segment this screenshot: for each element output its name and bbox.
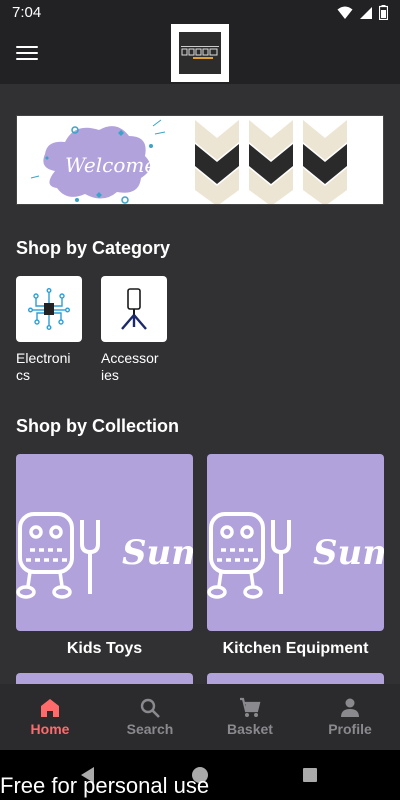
bottom-navigation: Home Search Basket Profile bbox=[0, 684, 400, 750]
collection-kids-toys[interactable]: Sum Kids Toys bbox=[16, 454, 193, 658]
category-tile[interactable] bbox=[16, 276, 82, 342]
cart-icon bbox=[240, 697, 261, 717]
signal-icon bbox=[360, 6, 372, 19]
search-icon bbox=[140, 698, 160, 718]
robot-illustration-icon: Sum bbox=[16, 512, 193, 599]
category-accessories[interactable]: Accessories bbox=[101, 276, 167, 384]
recents-icon[interactable] bbox=[302, 767, 318, 783]
circuit-chip-icon bbox=[28, 288, 70, 330]
collection-kitchen-equipment[interactable]: Sum Kitchen Equipment bbox=[207, 454, 384, 658]
nav-home[interactable]: Home bbox=[0, 684, 100, 750]
wifi-icon bbox=[337, 6, 353, 19]
menu-button[interactable] bbox=[14, 42, 40, 66]
collection-section-title: Shop by Collection bbox=[16, 416, 180, 436]
watermark-text: Free for personal use bbox=[0, 773, 210, 798]
category-label: Electronics bbox=[16, 350, 71, 383]
app-bar bbox=[0, 24, 400, 84]
nav-profile[interactable]: Profile bbox=[300, 684, 400, 750]
store-logo[interactable] bbox=[171, 24, 229, 82]
category-tile[interactable] bbox=[101, 276, 167, 342]
welcome-banner[interactable]: Welcome bbox=[16, 115, 384, 205]
robot-illustration-icon: Sum bbox=[207, 512, 384, 599]
banner-welcome-text: Welcome bbox=[65, 153, 156, 177]
main-content[interactable]: Welcome Shop by Category Electronics Acc… bbox=[0, 84, 400, 684]
nav-label: Home bbox=[30, 721, 70, 737]
collection-overlay-text: Sum bbox=[122, 533, 193, 573]
battery-icon bbox=[379, 5, 388, 20]
collection-tile[interactable]: Sum bbox=[16, 454, 193, 631]
category-label: Accessories bbox=[101, 350, 159, 383]
banner-graphic: Welcome bbox=[17, 116, 383, 204]
status-bar: 7:04 bbox=[0, 0, 400, 26]
status-icons bbox=[337, 5, 388, 20]
home-icon bbox=[41, 699, 59, 717]
nav-search[interactable]: Search bbox=[100, 684, 200, 750]
collection-label: Kids Toys bbox=[66, 640, 143, 657]
logo-image bbox=[179, 32, 221, 74]
logo-graphic bbox=[179, 32, 221, 74]
collection-overlay-text: Sum bbox=[313, 533, 384, 573]
collection-tile-partial[interactable] bbox=[207, 673, 384, 684]
nav-basket[interactable]: Basket bbox=[200, 684, 300, 750]
category-electronics[interactable]: Electronics bbox=[16, 276, 82, 384]
collection-label: Kitchen Equipment bbox=[222, 640, 369, 657]
person-icon bbox=[341, 698, 359, 717]
nav-label: Profile bbox=[328, 721, 372, 737]
nav-label: Basket bbox=[227, 721, 273, 737]
menu-icon-line bbox=[16, 46, 38, 48]
menu-icon-line bbox=[16, 58, 38, 60]
category-section-title: Shop by Category bbox=[16, 238, 171, 258]
nav-label: Search bbox=[126, 721, 174, 737]
collection-tile-partial[interactable] bbox=[16, 673, 193, 684]
status-time: 7:04 bbox=[12, 4, 42, 21]
menu-icon-line bbox=[16, 52, 38, 54]
phone-tripod-icon bbox=[121, 288, 147, 330]
collection-tile[interactable]: Sum bbox=[207, 454, 384, 631]
